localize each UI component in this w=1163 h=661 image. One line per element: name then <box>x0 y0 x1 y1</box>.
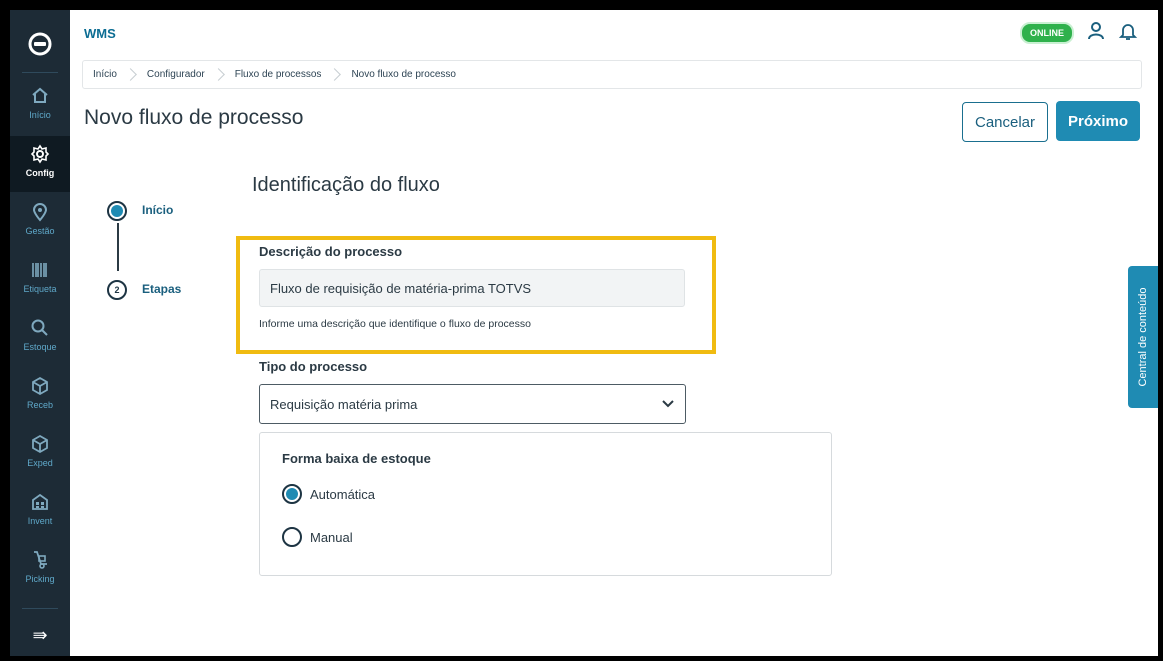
home-icon <box>32 87 48 103</box>
barcode-icon <box>32 263 47 277</box>
step-1-label[interactable]: Início <box>142 203 173 217</box>
stock-method-title: Forma baixa de estoque <box>282 451 431 466</box>
main-content: WMS ONLINE Início Configurador Fluxo de … <box>70 10 1158 656</box>
step-2-label[interactable]: Etapas <box>142 282 181 296</box>
chevron-down-icon <box>662 400 674 408</box>
sidebar-item-label: Invent <box>27 516 53 526</box>
breadcrumb-item-current: Novo fluxo de processo <box>351 69 456 80</box>
breadcrumb-item-configurador[interactable]: Configurador <box>137 69 214 80</box>
hand-truck-icon <box>34 551 47 569</box>
box-icon <box>32 434 48 454</box>
chevron-right-icon <box>328 68 342 81</box>
radio-label: Manual <box>310 529 353 545</box>
breadcrumb: Início Configurador Fluxo de processos N… <box>82 60 1142 89</box>
status-badge: ONLINE <box>1020 22 1075 44</box>
sidebar-divider <box>22 72 58 73</box>
sidebar-item-estoque[interactable]: Estoque <box>10 310 70 366</box>
sidebar-item-exped[interactable]: Exped <box>10 426 70 482</box>
stock-method-card: Forma baixa de estoque Automática Manual <box>259 432 832 576</box>
box-icon <box>32 376 48 396</box>
breadcrumb-item-fluxo-de-processos[interactable]: Fluxo de processos <box>225 69 331 80</box>
cancel-button[interactable]: Cancelar <box>962 102 1048 142</box>
sidebar-item-receb[interactable]: Receb <box>10 368 70 424</box>
warehouse-icon <box>32 493 48 510</box>
location-pin-icon <box>32 203 48 222</box>
next-button[interactable]: Próximo <box>1056 101 1140 141</box>
page-title: Novo fluxo de processo <box>84 106 304 129</box>
sidebar-item-label: Receb <box>26 400 53 410</box>
stepper-connector <box>117 223 119 271</box>
screen-frame: Início Config Gestão Etiqueta Estoque Re… <box>0 0 1163 661</box>
sidebar-item-config[interactable]: Config <box>10 136 70 192</box>
chevron-right-icon <box>211 68 225 81</box>
app-title: WMS <box>84 26 116 41</box>
description-input[interactable]: Fluxo de requisição de matéria-prima TOT… <box>259 269 685 307</box>
sidebar-item-label: Estoque <box>23 342 57 352</box>
sidebar-item-label: Gestão <box>25 226 55 236</box>
search-icon <box>31 319 48 336</box>
sidebar-item-label: Exped <box>27 458 53 468</box>
bell-icon[interactable] <box>1118 21 1138 41</box>
expand-sidebar-icon[interactable]: ⇛ <box>28 625 52 645</box>
sidebar-item-label: Picking <box>25 574 55 584</box>
radio-label: Automática <box>310 486 376 502</box>
logo-icon[interactable] <box>28 32 52 56</box>
content-center-label: Central de conteúdo <box>1137 287 1149 387</box>
description-label: Descrição do processo <box>259 244 403 259</box>
radio-selected-icon[interactable] <box>282 484 302 504</box>
process-type-select[interactable]: Requisição matéria prima <box>259 384 686 424</box>
description-helper-text: Informe uma descrição que identifique o … <box>259 318 531 330</box>
radio-unselected-icon[interactable] <box>282 527 302 547</box>
sidebar-item-label: Config <box>25 168 55 178</box>
process-type-label: Tipo do processo <box>259 359 368 374</box>
chevron-right-icon <box>124 68 137 81</box>
breadcrumb-item-inicio[interactable]: Início <box>83 69 126 80</box>
content-center-tab[interactable]: Central de conteúdo <box>1128 266 1158 408</box>
gear-icon <box>30 144 50 164</box>
radio-automatica[interactable]: Automática <box>282 484 375 504</box>
sidebar-item-inicio[interactable]: Início <box>10 78 70 134</box>
user-icon[interactable] <box>1086 21 1106 41</box>
sidebar-item-picking[interactable]: Picking <box>10 542 70 598</box>
radio-manual[interactable]: Manual <box>282 527 353 547</box>
sidebar-item-invent[interactable]: Invent <box>10 484 70 540</box>
sidebar-item-label: Início <box>29 110 51 120</box>
sidebar-item-label: Etiqueta <box>23 284 57 294</box>
step-2-indicator[interactable]: 2 <box>107 280 127 300</box>
sidebar-item-etiqueta[interactable]: Etiqueta <box>10 252 70 308</box>
step-1-indicator[interactable] <box>107 201 127 221</box>
sidebar-divider <box>22 608 58 609</box>
process-type-value: Requisição matéria prima <box>270 396 418 412</box>
section-title: Identificação do fluxo <box>252 174 440 196</box>
sidebar-item-gestao[interactable]: Gestão <box>10 194 70 250</box>
sidebar: Início Config Gestão Etiqueta Estoque Re… <box>10 10 70 656</box>
